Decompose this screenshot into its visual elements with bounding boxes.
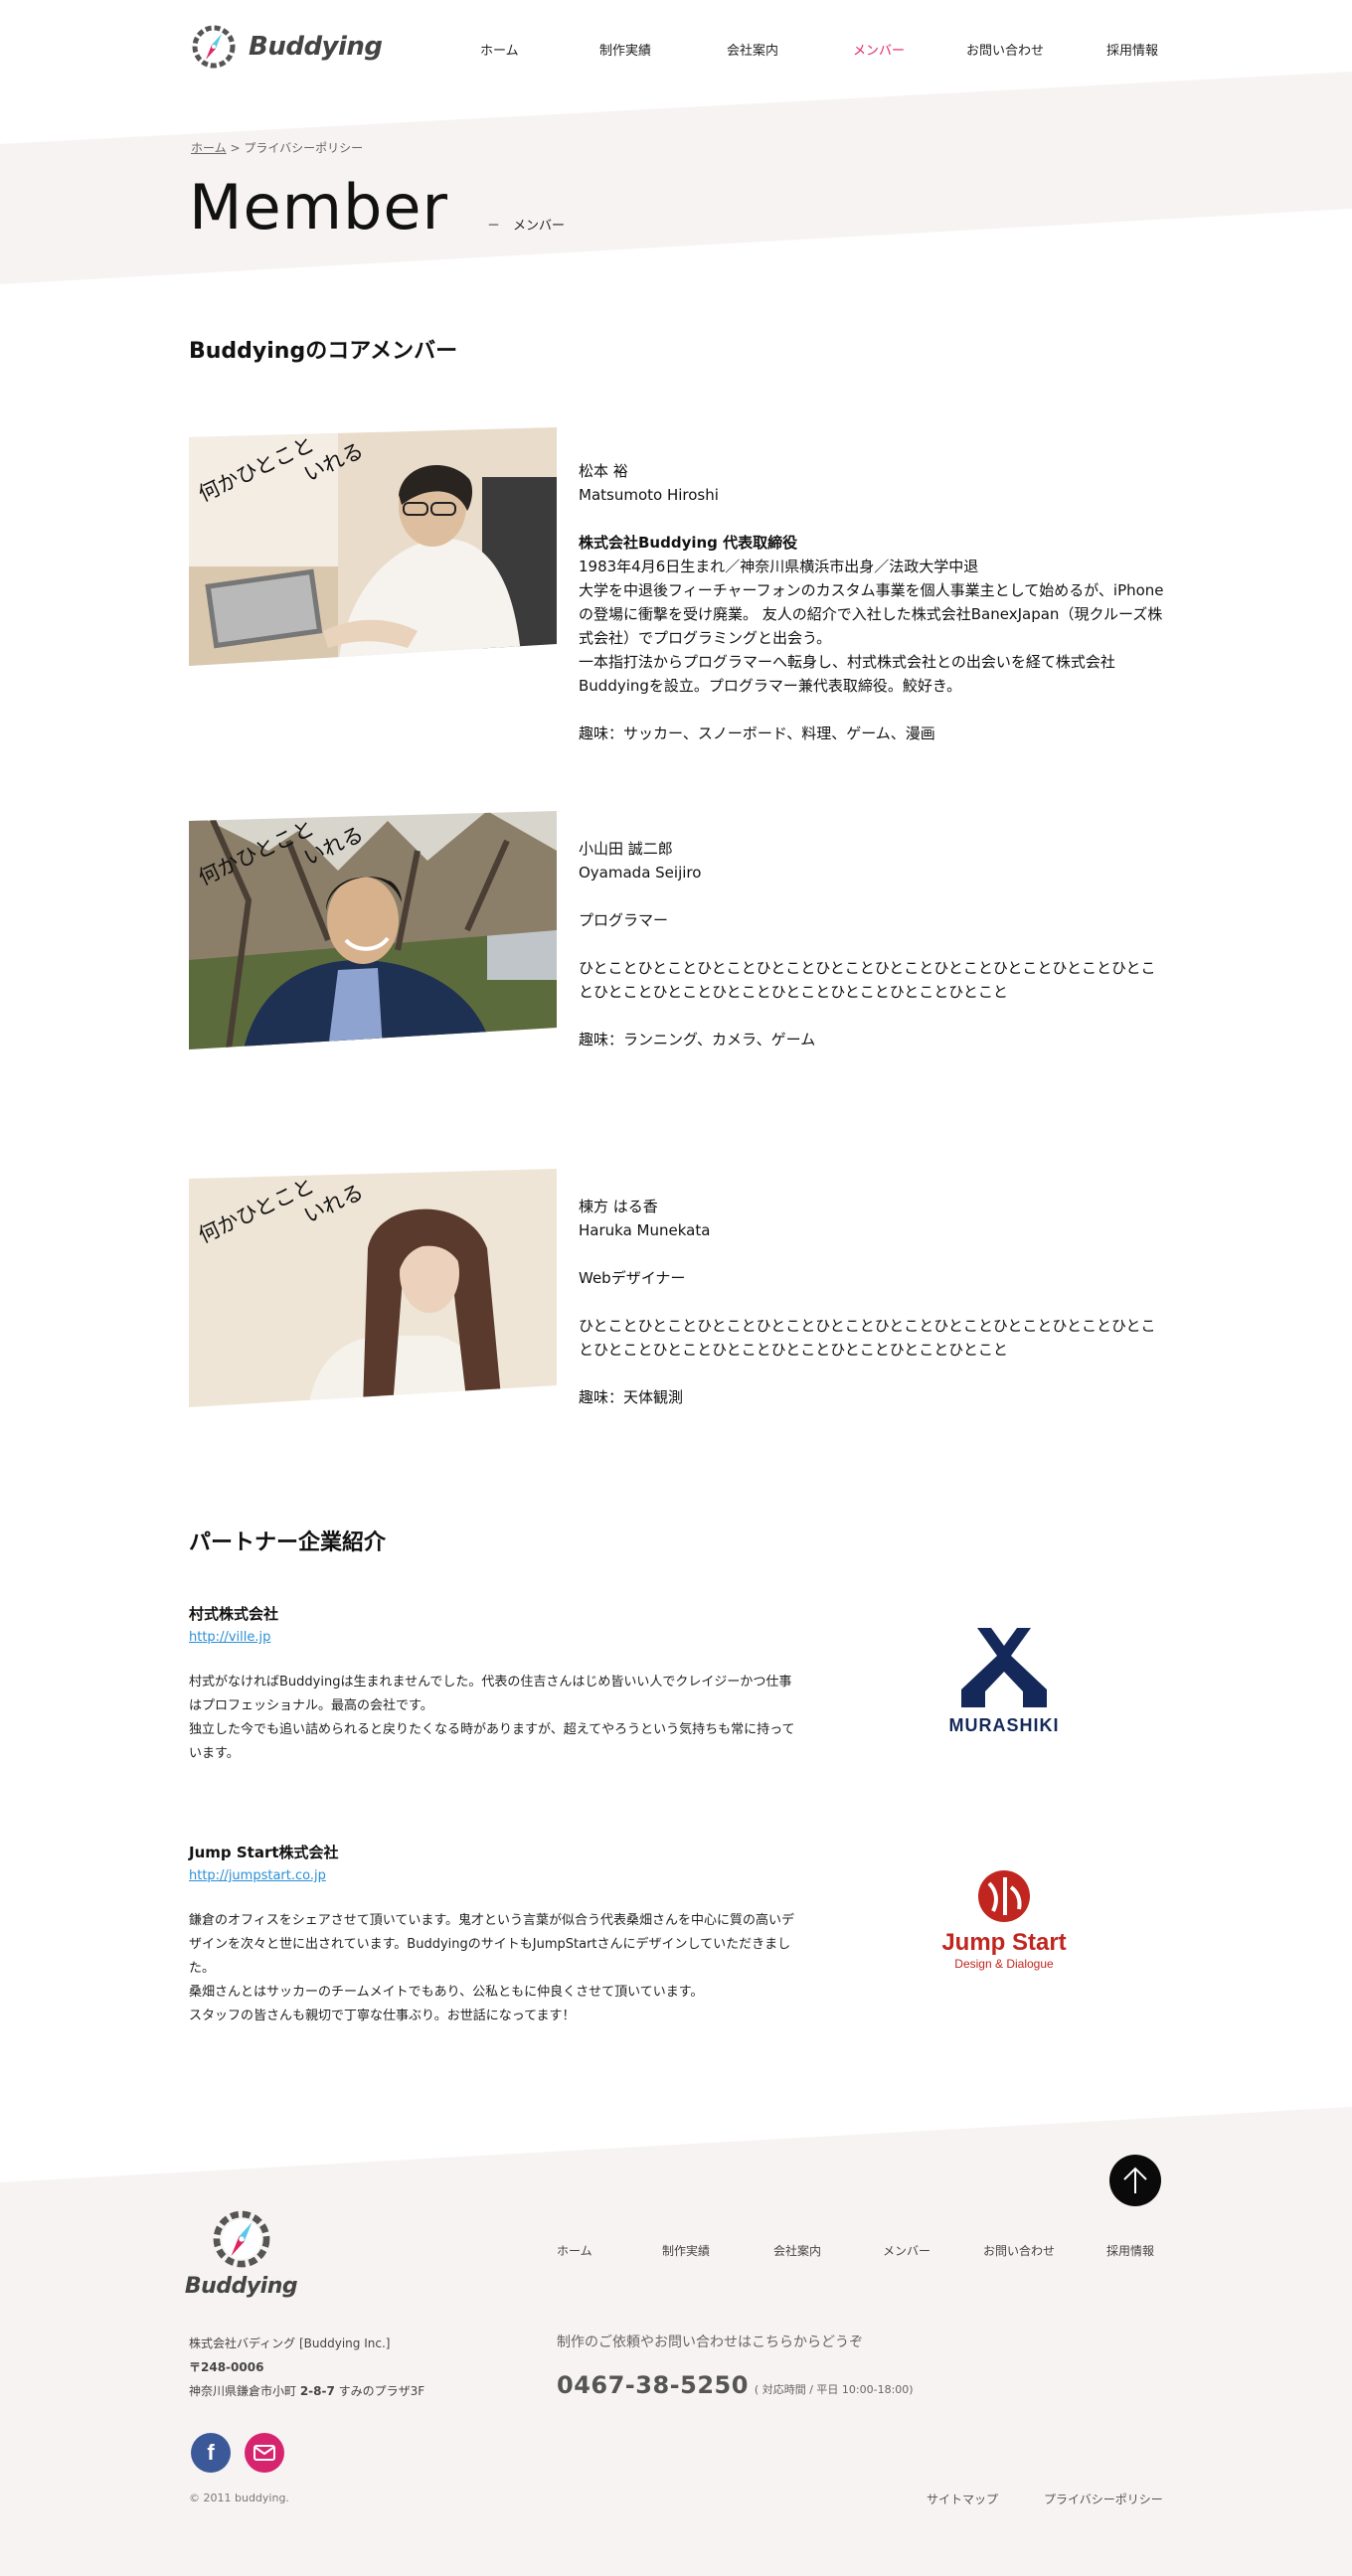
footer-nav-members[interactable]: メンバー xyxy=(883,2242,930,2259)
member-role: プログラマー xyxy=(579,911,669,929)
nav-item-members[interactable]: メンバー xyxy=(853,40,905,59)
murashiki-logo: MURASHIKI xyxy=(885,1602,1123,1761)
partners-heading: パートナー企業紹介 xyxy=(189,1530,387,1555)
member-bio-line: 一本指打法からプログラマーへ転身し、村式株式会社との出会いを経て株式会社Budd… xyxy=(579,653,1115,695)
nav-item-recruit[interactable]: 採用情報 xyxy=(1106,40,1158,59)
site-header: Buddying ホーム 制作実績 会社案内 メンバー お問い合わせ 採用情報 xyxy=(0,0,1352,99)
facebook-button[interactable]: f xyxy=(191,2433,231,2473)
breadcrumb-current: プライバシーポリシー xyxy=(244,141,364,155)
member-photo: 何かひとこと いれる xyxy=(189,1169,557,1407)
mail-button[interactable] xyxy=(245,2433,284,2473)
member-hobby: 趣味：ランニング、カメラ、ゲーム xyxy=(579,1031,816,1048)
member-name-en: Oyamada Seijiro xyxy=(579,864,702,882)
partner-desc-line: スタッフの皆さんも親切で丁寧な仕事ぶり。お世話になってます！ xyxy=(189,2009,576,2023)
page-subtitle: － メンバー xyxy=(487,219,566,234)
contact-phone: 0467-38-5250 ( 対応時間 / 平日 10:00-18:00) xyxy=(557,2371,914,2399)
footer-nav-contact[interactable]: お問い合わせ xyxy=(983,2242,1055,2259)
copyright: © 2011 buddying. xyxy=(189,2492,289,2504)
partner-url-link[interactable]: http://jumpstart.co.jp xyxy=(189,1868,326,1883)
member-hobby: 趣味：天体観測 xyxy=(579,1388,684,1406)
breadcrumb: ホーム > プライバシーポリシー xyxy=(191,139,363,156)
address-number: 2-8-7 xyxy=(299,2384,335,2398)
mail-icon xyxy=(254,2445,275,2461)
member-role: Webデザイナー xyxy=(579,1269,686,1287)
murashiki-logo-text: MURASHIKI xyxy=(948,1714,1060,1735)
page-title: Member xyxy=(189,171,449,243)
partner-description: 鎌倉のオフィスをシェアさせて頂いています。鬼才という言葉が似合う代表桑畑さんを中… xyxy=(189,1909,795,2028)
member-bio-line: 大学を中退後フィーチャーフォンのカスタム事業を個人事業主として始めるが、iPho… xyxy=(579,581,1164,647)
member-bio-line: ひとことひとことひとことひとことひとことひとことひとことひとことひとことひとこと… xyxy=(579,1317,1156,1359)
member-name-en: Matsumoto Hiroshi xyxy=(579,486,719,504)
footer-logo[interactable]: Buddying xyxy=(185,2206,298,2299)
nav-item-works[interactable]: 制作実績 xyxy=(599,40,651,59)
company-name: 株式会社バディング [Buddying Inc.] xyxy=(189,2336,391,2350)
footer-nav-company[interactable]: 会社案内 xyxy=(773,2242,821,2259)
jumpstart-logo-text: Jump Start xyxy=(941,1929,1067,1956)
partner-url-link[interactable]: http://ville.jp xyxy=(189,1630,270,1645)
member-name-ja: 小山田 誠二郎 xyxy=(579,840,673,858)
sitemap-link[interactable]: サイトマップ xyxy=(927,2491,998,2507)
member-info: 松本 裕 Matsumoto Hiroshi 株式会社Buddying 代表取締… xyxy=(579,459,1165,745)
footer-company-info: 株式会社バディング [Buddying Inc.] 〒248-0006 神奈川県… xyxy=(189,2332,424,2403)
contact-message: 制作のご依頼やお問い合わせはこちらからどうぞ xyxy=(557,2334,863,2350)
company-postal: 〒248-0006 xyxy=(189,2360,264,2374)
member-photo: 何かひとこと いれる xyxy=(189,811,557,1049)
member-bio-line: ひとことひとことひとことひとことひとことひとことひとことひとことひとことひとこと… xyxy=(579,959,1156,1001)
nav-item-home[interactable]: ホーム xyxy=(480,40,519,59)
partner-card: 村式株式会社 http://ville.jp 村式がなければBuddyingは生… xyxy=(189,1602,1163,1766)
member-bio-line: 1983年4月6日生まれ／神奈川県横浜市出身／法政大学中退 xyxy=(579,558,979,575)
murashiki-mark-icon xyxy=(961,1627,1047,1707)
partner-card: Jump Start株式会社 http://jumpstart.co.jp 鎌倉… xyxy=(189,1841,1163,2028)
footer-logo-text: Buddying xyxy=(184,2274,298,2299)
arrow-up-icon xyxy=(1123,2167,1147,2193)
partner-desc-line: 村式がなければBuddyingは生まれませんでした。代表の住吉さんはじめ皆いい人… xyxy=(189,1675,792,1713)
nav-item-contact[interactable]: お問い合わせ xyxy=(966,40,1044,59)
business-hours: ( 対応時間 / 平日 10:00-18:00) xyxy=(754,2383,914,2396)
address-prefix: 神奈川県鎌倉市小町 xyxy=(189,2384,300,2398)
member-info: 棟方 はる香 Haruka Munekata Webデザイナー ひとことひとこと… xyxy=(579,1195,1165,1409)
breadcrumb-separator: > xyxy=(230,141,241,155)
footer-nav-home[interactable]: ホーム xyxy=(557,2242,592,2259)
member-hobby: 趣味：サッカー、スノーボード、料理、ゲーム、漫画 xyxy=(579,724,935,742)
jumpstart-logo: Jump Start Design & Dialogue xyxy=(885,1841,1123,2000)
jumpstart-mark-icon xyxy=(978,1870,1030,1922)
member-name-ja: 棟方 はる香 xyxy=(579,1198,658,1215)
member-role: 株式会社Buddying 代表取締役 xyxy=(579,534,798,552)
breadcrumb-home-link[interactable]: ホーム xyxy=(191,141,227,155)
footer-nav-recruit[interactable]: 採用情報 xyxy=(1106,2242,1154,2259)
address-suffix: すみのプラザ3F xyxy=(334,2384,425,2398)
member-name-ja: 松本 裕 xyxy=(579,462,628,480)
member-info: 小山田 誠二郎 Oyamada Seijiro プログラマー ひとことひとことひ… xyxy=(579,837,1165,1051)
nav-item-company[interactable]: 会社案内 xyxy=(727,40,778,59)
partner-desc-line: 独立した今でも追い詰められると戻りたくなる時がありますが、超えてやろうという気持… xyxy=(189,1722,795,1761)
partner-desc-line: 鎌倉のオフィスをシェアさせて頂いています。鬼才という言葉が似合う代表桑畑さんを中… xyxy=(189,1913,795,1976)
member-name-en: Haruka Munekata xyxy=(579,1221,711,1239)
company-address: 神奈川県鎌倉市小町 2-8-7 すみのプラザ3F xyxy=(189,2379,424,2403)
page: Buddying ホーム 制作実績 会社案内 メンバー お問い合わせ 採用情報 … xyxy=(0,0,1352,2576)
phone-number-link[interactable]: 0467-38-5250 xyxy=(557,2371,749,2399)
partner-description: 村式がなければBuddyingは生まれませんでした。代表の住吉さんはじめ皆いい人… xyxy=(189,1671,795,1766)
scroll-to-top-button[interactable] xyxy=(1109,2155,1161,2206)
footer-nav-works[interactable]: 制作実績 xyxy=(662,2242,710,2259)
main-nav: ホーム 制作実績 会社案内 メンバー お問い合わせ 採用情報 xyxy=(0,40,1352,64)
privacy-policy-link[interactable]: プライバシーポリシー xyxy=(1044,2491,1163,2507)
facebook-icon: f xyxy=(207,2440,215,2465)
compass-logo-icon xyxy=(213,2210,269,2268)
partner-desc-line: 桑畑さんとはサッカーのチームメイトでもあり、公私ともに仲良くさせて頂いています。 xyxy=(189,1985,704,2000)
member-photo: 何かひとこと いれる xyxy=(189,427,557,666)
jumpstart-logo-subtext: Design & Dialogue xyxy=(954,1957,1054,1971)
core-members-heading: Buddyingのコアメンバー xyxy=(189,339,458,364)
